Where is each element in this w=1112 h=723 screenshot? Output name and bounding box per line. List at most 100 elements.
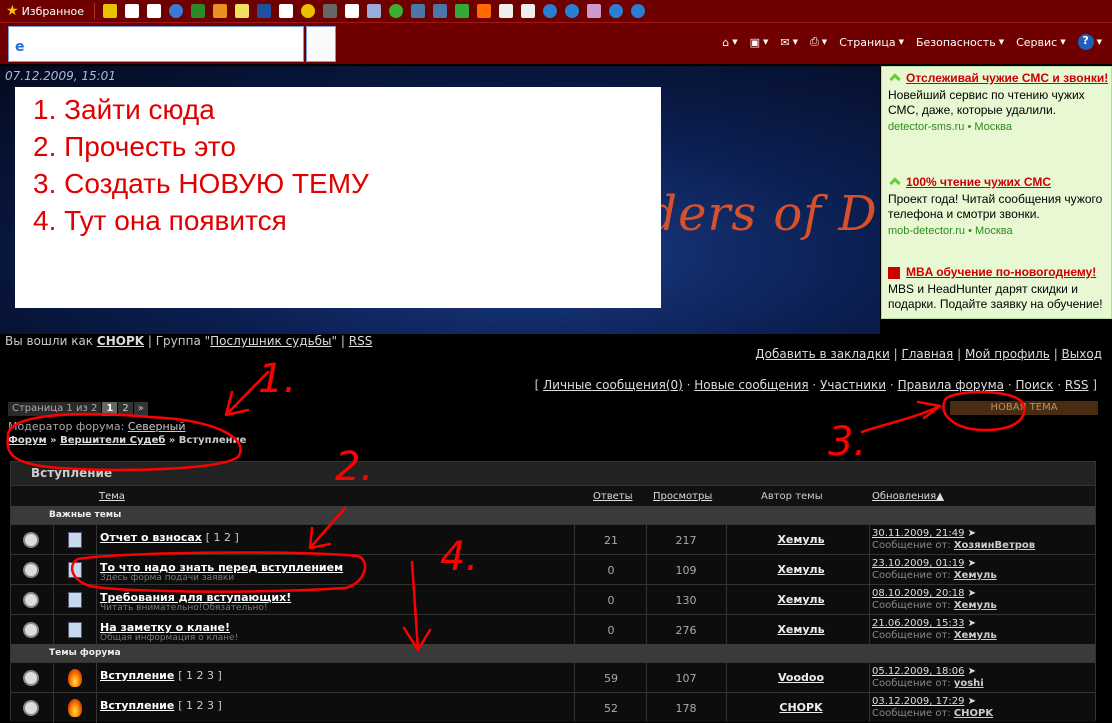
- author-link[interactable]: Хемуль: [751, 623, 851, 636]
- go-last-icon[interactable]: ➤: [968, 588, 976, 599]
- new-tab-button[interactable]: [306, 26, 336, 62]
- last-post-date[interactable]: 23.10.2009, 01:19: [872, 558, 964, 569]
- print-button[interactable]: ⎙ ▼: [810, 35, 827, 49]
- fire-link-icon[interactable]: [477, 4, 492, 18]
- last-poster-link[interactable]: Хемуль: [954, 570, 997, 581]
- pen-link-icon[interactable]: [345, 4, 360, 18]
- last-post-date[interactable]: 30.11.2009, 21:49: [872, 528, 964, 539]
- ie3-link-icon[interactable]: [609, 4, 624, 18]
- go-last-icon[interactable]: ➤: [968, 696, 976, 707]
- topic-title-link[interactable]: Вступление: [100, 669, 174, 682]
- ie-link-icon[interactable]: [543, 4, 558, 18]
- by-label: Сообщение от:: [872, 678, 951, 689]
- topic-pages[interactable]: [ 1 2 ]: [206, 531, 239, 544]
- cow-link-icon[interactable]: [125, 4, 140, 18]
- globe-link-icon[interactable]: [279, 4, 294, 18]
- ad-title[interactable]: 100% чтение чужих СМС: [888, 175, 1110, 190]
- cat-link-icon[interactable]: [147, 4, 162, 18]
- logout-link[interactable]: Выход: [1062, 347, 1102, 361]
- last-poster-link[interactable]: yoshi: [954, 678, 984, 689]
- alien-link-icon[interactable]: [455, 4, 470, 18]
- username-link[interactable]: CHOPK: [97, 334, 144, 348]
- last-post-date[interactable]: 05.12.2009, 18:06: [872, 666, 964, 677]
- ie2-link-icon[interactable]: [565, 4, 580, 18]
- page-2[interactable]: 2: [118, 402, 133, 416]
- add-bookmark-link[interactable]: Добавить в закладки: [755, 347, 889, 361]
- col-replies[interactable]: Ответы: [593, 491, 632, 502]
- last-post-date[interactable]: 08.10.2009, 20:18: [872, 588, 964, 599]
- yandex-link-icon[interactable]: [521, 4, 536, 18]
- favorites-button[interactable]: ★ Избранное: [0, 3, 90, 19]
- go-last-icon[interactable]: ➤: [968, 618, 976, 629]
- rutracker-link-icon[interactable]: [257, 4, 272, 18]
- flower-link-icon[interactable]: [587, 4, 602, 18]
- vk-link-icon[interactable]: [411, 4, 426, 18]
- home-button[interactable]: ⌂ ▼: [722, 36, 737, 49]
- box-link-icon[interactable]: [323, 4, 338, 18]
- play-link-icon[interactable]: [389, 4, 404, 18]
- last-poster-link[interactable]: CHOPK: [954, 708, 993, 719]
- group-link[interactable]: Послушник судьбы: [210, 334, 331, 348]
- ad-url[interactable]: detector-sms.ru • Москва: [888, 121, 1110, 133]
- last-poster-link[interactable]: Хемуль: [954, 630, 997, 641]
- paper-link-icon[interactable]: [213, 4, 228, 18]
- user-rss-link[interactable]: RSS: [349, 334, 373, 348]
- help-button[interactable]: ? ▼: [1077, 34, 1102, 50]
- new-messages-link[interactable]: Новые сообщения: [694, 378, 808, 392]
- col-updates[interactable]: Обновления▲: [872, 491, 944, 502]
- tools-menu[interactable]: Сервис ▼: [1016, 36, 1066, 49]
- gift-link-icon[interactable]: [235, 4, 250, 18]
- x-link-icon[interactable]: [499, 4, 514, 18]
- topic-title-link[interactable]: Вступление: [100, 699, 174, 712]
- ad-title[interactable]: MBA обучение по-новогоднему!: [888, 265, 1110, 280]
- author-link[interactable]: Хемуль: [751, 563, 851, 576]
- tab-current[interactable]: e: [8, 26, 304, 62]
- vk2-link-icon[interactable]: [433, 4, 448, 18]
- ad-url[interactable]: mob-detector.ru • Москва: [888, 225, 1110, 237]
- table-row: Вступление [ 1 2 3 ] 52 178 CHOPK 03.12.…: [11, 692, 1095, 723]
- author-link[interactable]: CHOPK: [751, 701, 851, 714]
- topic-title-link[interactable]: Отчет о взносах: [100, 531, 202, 544]
- ad-item[interactable]: 100% чтение чужих СМС Проект года! Читай…: [888, 175, 1110, 237]
- col-views[interactable]: Просмотры: [653, 491, 712, 502]
- new-topic-button[interactable]: НОВАЯ ТЕМА: [950, 401, 1098, 415]
- bug-link-icon[interactable]: [191, 4, 206, 18]
- last-post-date[interactable]: 03.12.2009, 17:29: [872, 696, 964, 707]
- last-post-date[interactable]: 21.06.2009, 15:33: [872, 618, 964, 629]
- at-link-icon[interactable]: [169, 4, 184, 18]
- ad-item[interactable]: MBA обучение по-новогоднему! MBS и HeadH…: [888, 265, 1110, 312]
- ad-title[interactable]: Отслеживай чужие СМС и звонки!: [888, 71, 1110, 86]
- author-link[interactable]: Voodoo: [751, 671, 851, 684]
- ad-item[interactable]: Отслеживай чужие СМС и звонки! Новейший …: [888, 71, 1110, 133]
- forum-rules-link[interactable]: Правила форума: [898, 378, 1004, 392]
- last-poster-link[interactable]: ХозяинВетров: [954, 540, 1035, 551]
- breadcrumb-forum[interactable]: Форум: [8, 435, 47, 446]
- go-last-icon[interactable]: ➤: [968, 528, 976, 539]
- mail-button[interactable]: ✉ ▼: [780, 36, 798, 49]
- page-menu[interactable]: Страница ▼: [839, 36, 904, 49]
- members-link[interactable]: Участники: [820, 378, 886, 392]
- last-poster-link[interactable]: Хемуль: [954, 600, 997, 611]
- author-link[interactable]: Хемуль: [751, 593, 851, 606]
- star-link-icon[interactable]: [103, 4, 118, 18]
- next-page[interactable]: »: [133, 402, 148, 416]
- search-link[interactable]: Поиск: [1015, 378, 1053, 392]
- author-link[interactable]: Хемуль: [751, 533, 851, 546]
- my-profile-link[interactable]: Мой профиль: [965, 347, 1050, 361]
- feeds-button[interactable]: ▣ ▼: [750, 36, 769, 49]
- home-link[interactable]: Главная: [901, 347, 953, 361]
- forum-rss-link[interactable]: RSS: [1065, 378, 1089, 392]
- private-messages-link[interactable]: Личные сообщения(0): [543, 378, 683, 392]
- col-topic[interactable]: Тема: [99, 491, 125, 502]
- ie4-link-icon[interactable]: [631, 4, 646, 18]
- radiation-link-icon[interactable]: [301, 4, 316, 18]
- moderator-link[interactable]: Северный: [128, 420, 186, 433]
- go-last-icon[interactable]: ➤: [968, 666, 976, 677]
- page-1[interactable]: 1: [102, 402, 118, 416]
- security-menu[interactable]: Безопасность ▼: [916, 36, 1004, 49]
- tv-link-icon[interactable]: [367, 4, 382, 18]
- topic-pages[interactable]: [ 1 2 3 ]: [178, 669, 222, 682]
- go-last-icon[interactable]: ➤: [968, 558, 976, 569]
- breadcrumb-section[interactable]: Вершители Судеб: [60, 435, 165, 446]
- topic-pages[interactable]: [ 1 2 3 ]: [178, 699, 222, 712]
